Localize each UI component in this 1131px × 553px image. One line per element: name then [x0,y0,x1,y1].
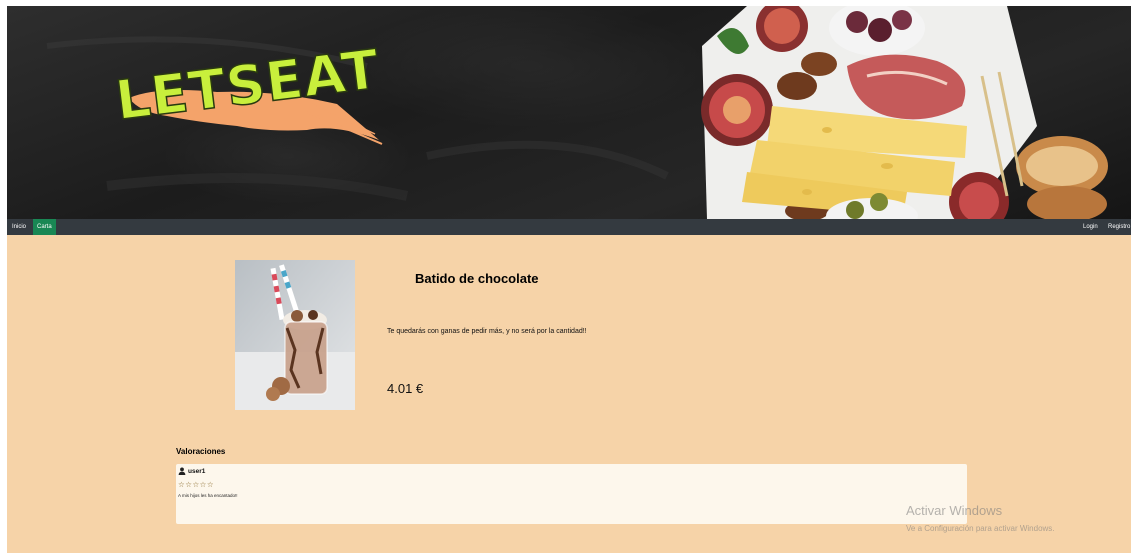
windows-activation-title: Activar Windows [906,503,1003,518]
food-board-image [701,6,1108,219]
review-text: A mis hijos les ha encantado!! [178,493,238,498]
review-user: user1 [178,467,205,475]
nav-link-inicio[interactable]: Inicio [8,219,30,235]
reviews-heading: Valoraciones [176,447,226,456]
hero-artwork: LETSEAT [46,6,1108,219]
nav-link-login[interactable]: Login [1079,219,1102,235]
product-image [235,260,355,410]
product-price: 4.01 € [387,381,424,396]
windows-activation-subtitle: Ve a Configuración para activar Windows. [906,524,1055,533]
browser-viewport: LETSEAT Inicio Carta Login Registro Bati… [7,6,1131,553]
product-title: Batido de chocolate [415,271,539,286]
navbar: Inicio Carta Login Registro [7,219,1131,235]
review-card: user1 ☆☆☆☆☆ A mis hijos les ha encantado… [176,464,967,524]
review-username: user1 [188,467,206,475]
nav-link-carta[interactable]: Carta [33,219,56,235]
nav-link-registro[interactable]: Registro [1104,219,1131,235]
product-description: Te quedarás con ganas de pedir más, y no… [387,328,587,335]
user-icon [178,467,186,475]
star-rating-icon: ☆☆☆☆☆ [178,480,215,489]
milkshake-illustration [235,260,355,410]
hero-banner: LETSEAT [7,6,1131,219]
